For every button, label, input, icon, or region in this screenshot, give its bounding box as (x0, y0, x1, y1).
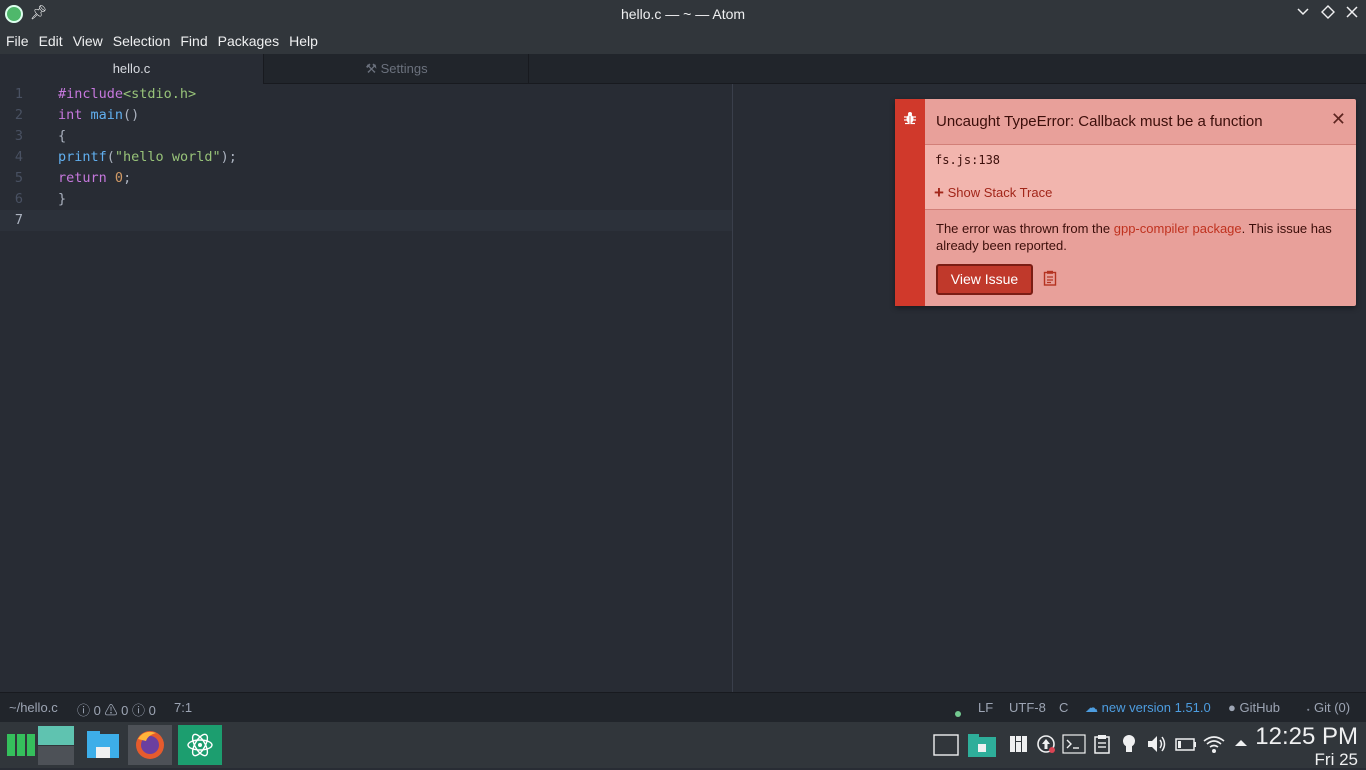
line-number: 5 (14, 170, 23, 186)
atom-taskbar-icon[interactable] (178, 725, 222, 765)
minimize-icon[interactable] (1293, 4, 1313, 24)
git-label: Git (0) (1313, 700, 1351, 715)
code-line[interactable]: 2 int main() (0, 105, 732, 126)
divider (925, 209, 1356, 210)
plus-icon: + (934, 183, 944, 202)
github-icon: ● (1228, 700, 1236, 715)
error-count: 0 (93, 703, 101, 718)
close-icon[interactable] (1342, 4, 1362, 24)
encoding[interactable]: UTF-8 (1009, 700, 1046, 715)
tab-label: Settings (380, 61, 428, 76)
code-line[interactable]: 5 return 0; (0, 168, 732, 189)
line-number: 3 (14, 128, 23, 144)
line-number: 2 (14, 107, 23, 123)
cursor-line[interactable]: 7 (0, 210, 732, 231)
tab-label: hello.c (112, 61, 151, 76)
clock-date: Fri 25 (1314, 750, 1358, 769)
firefox-icon[interactable] (128, 725, 172, 765)
git-commit-icon: ˖ (1306, 700, 1311, 715)
status-bar: ~/hello.c ⓘ 0 ⚠ 0 ⓘ 0 7:1 LF UTF-8 C ☁ n… (0, 692, 1366, 722)
vault-icon[interactable] (967, 732, 997, 763)
menu-file[interactable]: File (2, 33, 33, 49)
line-ending[interactable]: LF (978, 700, 993, 715)
line-number: 7 (14, 212, 23, 228)
maximize-icon[interactable] (1318, 4, 1338, 24)
status-dot (955, 705, 961, 720)
code-text: printf("hello world"); (58, 149, 237, 165)
menu-selection[interactable]: Selection (109, 33, 175, 49)
code-text: int main() (58, 107, 140, 123)
notification-title: Uncaught TypeError: Callback must be a f… (936, 113, 1263, 130)
line-number: 1 (14, 86, 23, 102)
warning-count: 0 (121, 703, 129, 718)
code-text: { (58, 128, 67, 144)
code-line[interactable]: 3 { (0, 126, 732, 147)
grammar[interactable]: C (1059, 700, 1068, 715)
menu-bar: File Edit View Selection Find Packages H… (0, 28, 1366, 54)
show-desktop-icon[interactable] (933, 734, 959, 761)
diagnostics[interactable]: ⓘ 0 ⚠ 0 ⓘ 0 (77, 700, 156, 719)
clock-time: 12:25 PM (1255, 723, 1358, 750)
update-label: new version 1.51.0 (1101, 700, 1211, 715)
code-text: return 0; (58, 170, 132, 186)
code-line[interactable]: 6 } (0, 189, 732, 210)
code-line[interactable]: 1 #include<stdio.h> (0, 84, 732, 105)
error-icon: ⓘ (77, 703, 91, 718)
tray-expand-icon[interactable] (1233, 736, 1249, 755)
github-label: GitHub (1239, 700, 1280, 715)
notification-detail: fs.js:138 + Show Stack Trace (925, 145, 1356, 209)
code-text: #include<stdio.h> (58, 86, 197, 102)
menu-view[interactable]: View (69, 33, 107, 49)
notification-bar (895, 99, 925, 306)
line-number: 4 (14, 149, 23, 165)
view-issue-button[interactable]: View Issue (936, 264, 1033, 295)
info-icon: ⓘ (132, 703, 146, 718)
tab-bar: hello.c ⚒ Settings (0, 54, 1366, 84)
error-notification: Uncaught TypeError: Callback must be a f… (895, 99, 1356, 306)
package-link[interactable]: gpp-compiler package (1114, 221, 1242, 236)
cursor-position[interactable]: 7:1 (174, 700, 192, 715)
notification-description: The error was thrown from the gpp-compil… (936, 220, 1346, 254)
update-notice[interactable]: ☁ new version 1.51.0 (1085, 700, 1211, 716)
battery-icon[interactable] (1174, 734, 1198, 759)
file-manager-icon[interactable] (81, 725, 125, 765)
menu-find[interactable]: Find (176, 33, 211, 49)
title-bar: 📌︎ hello.c — ~ — Atom (0, 0, 1366, 28)
show-stack-trace-link[interactable]: + Show Stack Trace (934, 182, 1052, 202)
line-number: 6 (14, 191, 23, 207)
clipboard-tray-icon[interactable] (1093, 734, 1111, 759)
close-icon[interactable]: ✕ (1331, 109, 1346, 130)
taskbar: 12:25 PM Fri 25 (0, 722, 1366, 768)
tools-icon: ⚒ (365, 61, 378, 76)
clock[interactable]: 12:25 PM Fri 25 (1255, 723, 1358, 768)
lightbulb-icon[interactable] (1121, 734, 1137, 759)
stack-label: Show Stack Trace (947, 185, 1053, 200)
desktop-pager-icon[interactable] (34, 725, 78, 765)
code-editor[interactable]: 1 #include<stdio.h> 2 int main() 3 { 4 p… (0, 84, 733, 692)
menu-edit[interactable]: Edit (35, 33, 67, 49)
window-title: hello.c — ~ — Atom (620, 6, 746, 22)
wifi-icon[interactable] (1202, 734, 1226, 759)
tab-hello-c[interactable]: hello.c (0, 54, 264, 84)
info-count: 0 (148, 703, 156, 718)
warning-icon: ⚠ (104, 703, 118, 718)
code-line[interactable]: 4 printf("hello world"); (0, 147, 732, 168)
desc-prefix: The error was thrown from the (936, 221, 1114, 236)
file-path[interactable]: ~/hello.c (9, 700, 58, 715)
menu-help[interactable]: Help (285, 33, 322, 49)
terminal-icon[interactable] (1062, 734, 1086, 759)
bug-icon (900, 111, 920, 128)
tab-settings[interactable]: ⚒ Settings (265, 54, 529, 84)
code-text: } (58, 191, 67, 207)
github-button[interactable]: ● GitHub (1228, 700, 1280, 715)
manjaro-settings-icon[interactable] (1008, 734, 1028, 759)
menu-packages[interactable]: Packages (214, 33, 283, 49)
git-button[interactable]: ˖ Git (0) (1306, 700, 1350, 715)
update-icon[interactable] (1036, 734, 1056, 759)
error-location: fs.js:138 (935, 153, 1001, 167)
cloud-download-icon: ☁ (1085, 700, 1098, 715)
volume-icon[interactable] (1146, 734, 1168, 759)
clipboard-icon[interactable] (1043, 270, 1057, 290)
